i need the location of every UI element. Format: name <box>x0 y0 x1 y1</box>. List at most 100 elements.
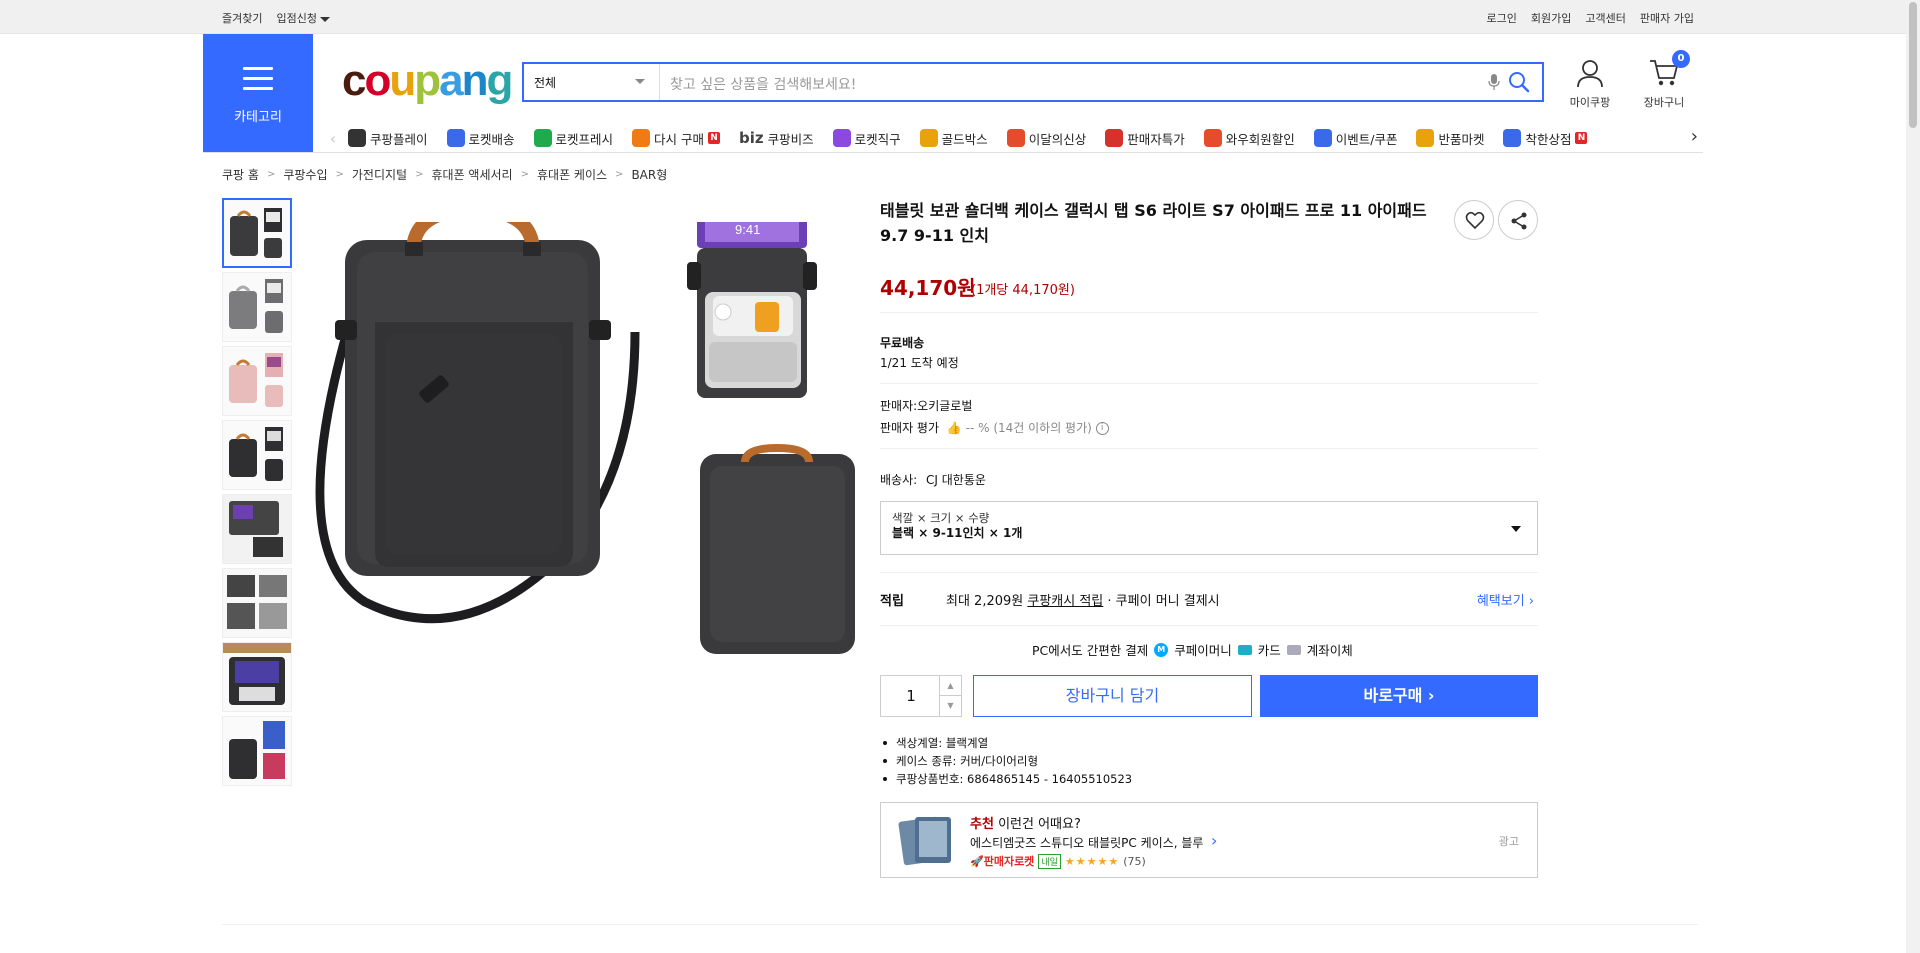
coupang-logo[interactable]: coupang <box>342 56 514 106</box>
thumbnail-6[interactable] <box>222 568 292 638</box>
cart-button[interactable]: 장바구니 0 <box>1636 50 1692 110</box>
product-title: 태블릿 보관 숄더백 케이스 갤럭시 탭 S6 라이트 S7 아이패드 프로 1… <box>880 201 1427 245</box>
microphone-icon[interactable] <box>1488 73 1500 91</box>
breadcrumb-separator: > <box>520 169 529 180</box>
scrollbar-thumb[interactable] <box>1909 2 1917 128</box>
seller-deal-icon <box>1105 129 1124 147</box>
thumbnail-1[interactable] <box>222 198 292 268</box>
quantity-input[interactable]: 1 <box>881 676 941 716</box>
thumbnail-8[interactable] <box>222 716 292 786</box>
search-category-select[interactable]: 전체 <box>524 64 660 100</box>
quick-menu-label: 다시 구매 <box>654 131 705 147</box>
quick-menu-item[interactable]: 이달의신상 <box>1006 129 1086 148</box>
bank-icon <box>1286 644 1301 655</box>
divider <box>880 383 1538 384</box>
biz-icon: biz <box>739 129 764 147</box>
favorites-link[interactable]: 즐겨찾기 <box>222 10 262 26</box>
buy-now-label: 바로구매 <box>1363 686 1423 705</box>
thumbnail-7[interactable] <box>222 642 292 712</box>
option-select[interactable]: 색깔 × 크기 × 수량 블랙 × 9-11인치 × 1개 <box>880 501 1538 555</box>
seller-signup-link[interactable]: 판매자 가입 <box>1640 10 1694 26</box>
quantity-down-button[interactable]: ▼ <box>939 696 961 716</box>
add-to-cart-button[interactable]: 장바구니 담기 <box>973 675 1252 717</box>
breadcrumb-separator: > <box>415 169 424 180</box>
arrival-date: 1/21 도착 예정 <box>880 356 959 370</box>
recommended-product-name: 에스티엠굿즈 스튜디오 태블릿PC 케이스, 블루 <box>970 836 1204 850</box>
seller-rating-label: 판매자 평가 <box>880 421 940 435</box>
breadcrumb-item[interactable]: 가전디지털 <box>352 166 407 183</box>
card-icon <box>1237 644 1252 655</box>
good-shop-icon <box>1503 129 1522 147</box>
chevron-right-icon[interactable]: › <box>1211 831 1217 850</box>
signup-link[interactable]: 회원가입 <box>1531 10 1571 26</box>
option-label: 색깔 × 크기 × 수량 <box>892 511 990 525</box>
quick-menu-item[interactable]: 로켓배송 <box>446 129 515 148</box>
buy-now-button[interactable]: 바로구매 › <box>1260 675 1538 717</box>
header-divider <box>203 152 1703 153</box>
thumbnail-5[interactable] <box>222 494 292 564</box>
rocket-fresh-icon <box>533 129 552 147</box>
rebuy-icon <box>632 129 651 147</box>
wow-icon <box>1203 129 1222 147</box>
seller-apply-link[interactable]: 입점신청 <box>276 10 330 26</box>
search-input[interactable]: 찾고 싶은 상품을 검색해보세요! <box>670 74 856 94</box>
content-divider <box>222 924 1698 925</box>
ad-label: 광고 <box>1498 835 1519 848</box>
quantity-up-button[interactable]: ▲ <box>939 676 961 696</box>
thumbnail-2[interactable] <box>222 272 292 342</box>
quick-menu-item[interactable]: 쿠팡플레이 <box>348 129 428 148</box>
breadcrumb-item[interactable]: 휴대폰 케이스 <box>537 166 607 183</box>
cart-label: 장바구니 <box>1643 96 1685 109</box>
quick-menu-item[interactable]: 판매자특가 <box>1105 129 1185 148</box>
search-icon[interactable] <box>1508 71 1530 93</box>
benefits-label: 혜택보기 <box>1476 594 1525 609</box>
thumbnail-3[interactable] <box>222 346 292 416</box>
coupay-icon: M <box>1154 642 1169 657</box>
main-product-image[interactable]: 9:41 <box>305 222 865 722</box>
my-coupang-button[interactable]: 마이쿠팡 <box>1564 58 1616 110</box>
payment-methods: PC에서도 간편한 결제 M 쿠페이머니 카드 계좌이체 <box>1032 640 1353 659</box>
thumbnail-4[interactable] <box>222 420 292 490</box>
favorite-button[interactable] <box>1454 200 1494 240</box>
seller-apply-label: 입점신청 <box>276 12 317 25</box>
coupang-cash-link[interactable]: 쿠팡캐시 적립 <box>1027 594 1103 609</box>
quick-menu-item[interactable]: 반품마켓 <box>1416 129 1484 148</box>
quick-menu-item[interactable]: 다시 구매 N <box>632 129 721 148</box>
login-link[interactable]: 로그인 <box>1487 10 1517 26</box>
category-button[interactable]: 카테고리 <box>203 34 313 152</box>
thumbnail-list <box>222 198 292 790</box>
recommendation-highlight: 추천 <box>970 817 994 832</box>
reward-text: 최대 2,209원 쿠팡캐시 적립 · 쿠페이 머니 결제시 <box>946 590 1220 609</box>
share-button[interactable] <box>1498 200 1538 240</box>
chevron-left-icon[interactable]: ‹ <box>318 129 348 148</box>
quick-menu-item[interactable]: 이벤트/쿠폰 <box>1313 129 1397 148</box>
logo-letter: g <box>486 56 514 105</box>
breadcrumb-item[interactable]: BAR형 <box>631 166 667 183</box>
chevron-right-icon[interactable]: › <box>1691 126 1698 147</box>
quick-menu-item[interactable]: 착한상점 N <box>1503 129 1588 148</box>
recommendation-card[interactable]: 추천 이런건 어때요? 에스티엠굿즈 스튜디오 태블릿PC 케이스, 블루 🚀판… <box>880 802 1538 878</box>
quick-menu-item[interactable]: 와우회원할인 <box>1203 129 1295 148</box>
breadcrumb-item[interactable]: 쿠팡수입 <box>283 166 327 183</box>
quick-menu-label: 착한상점 <box>1525 131 1572 147</box>
seller-name[interactable]: 판매자:오키글로벌 <box>880 397 972 414</box>
benefits-link[interactable]: 혜택보기 › <box>1477 590 1534 609</box>
breadcrumb-item[interactable]: 휴대폰 액세서리 <box>431 166 512 183</box>
quick-menu-item[interactable]: 로켓직구 <box>832 129 901 148</box>
review-count: (75) <box>1123 854 1146 868</box>
quick-menu-item[interactable]: 로켓프레시 <box>533 129 614 148</box>
logo-letter: o <box>364 56 391 105</box>
vertical-scrollbar[interactable] <box>1906 0 1920 953</box>
breadcrumb-item[interactable]: 쿠팡 홈 <box>222 166 259 183</box>
bank-transfer-label: 계좌이체 <box>1306 643 1353 658</box>
divider <box>880 448 1538 449</box>
quick-menu-item[interactable]: 골드박스 <box>919 129 988 148</box>
attribute-item: 쿠팡상품번호: 6864865145 - 16405510523 <box>880 770 1132 788</box>
logo-letter: a <box>439 56 464 105</box>
quick-menu-item[interactable]: biz 쿠팡비즈 <box>739 129 814 148</box>
customer-center-link[interactable]: 고객센터 <box>1585 10 1625 26</box>
quick-menu-label: 쿠팡비즈 <box>767 131 814 147</box>
quick-menu-label: 로켓프레시 <box>555 131 614 147</box>
info-icon[interactable]: i <box>1095 422 1109 435</box>
category-label: 카테고리 <box>234 110 282 125</box>
